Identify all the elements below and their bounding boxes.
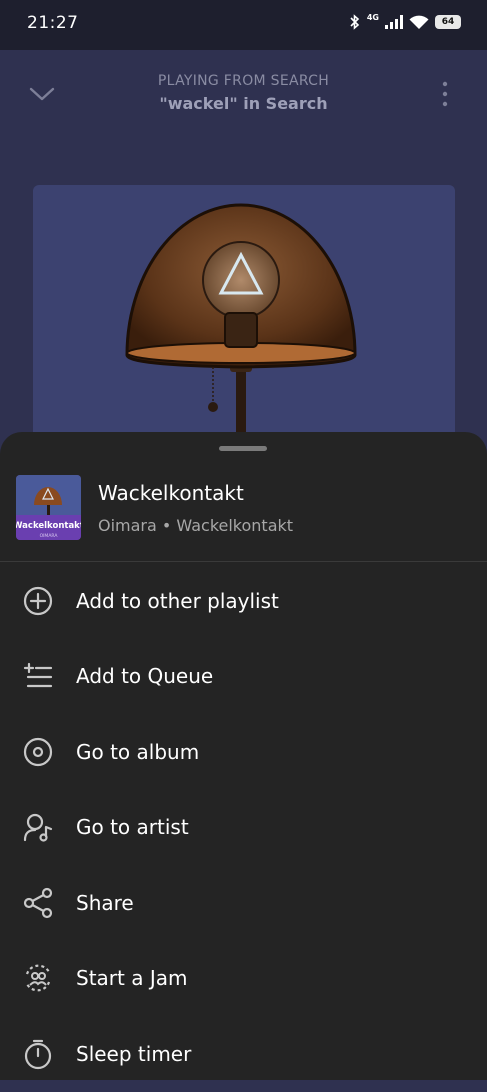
artist-icon [23, 814, 53, 842]
more-options-button[interactable] [434, 80, 456, 108]
menu-item-label: Share [76, 890, 134, 915]
status-icons: 4G 64 [349, 12, 461, 30]
more-vertical-icon [442, 81, 448, 107]
menu-item-label: Sleep timer [76, 1041, 192, 1066]
thumbnail-artist-text: OIMARA [40, 533, 59, 539]
share-icon [23, 887, 53, 918]
menu-item-label: Go to album [76, 739, 200, 764]
context-menu: Add to other playlist Add to Queue Go to… [0, 563, 487, 1092]
menu-item-go-to-artist[interactable]: Go to artist [0, 790, 487, 866]
divider [0, 561, 487, 562]
clock: 21:27 [27, 13, 79, 33]
menu-item-sleep-timer[interactable]: Sleep timer [0, 1016, 487, 1092]
battery-level: 64 [441, 17, 455, 27]
context-menu-sheet: Wackelkontakt OIMARA Wackelkontakt Oimar… [0, 432, 487, 1080]
jam-icon [25, 964, 51, 992]
player-header: PLAYING FROM SEARCH "wackel" in Search [0, 50, 487, 140]
thumbnail-title-text: Wackelkontakt [16, 521, 81, 531]
network-type: 4G [366, 12, 379, 22]
battery-indicator: 64 [435, 15, 461, 29]
thumbnail-artwork: Wackelkontakt OIMARA [16, 475, 81, 540]
album-icon [23, 737, 53, 766]
playing-context-title: "wackel" in Search [159, 94, 328, 113]
menu-item-start-jam[interactable]: Start a Jam [0, 941, 487, 1017]
menu-item-add-to-queue[interactable]: Add to Queue [0, 639, 487, 715]
status-bar: 21:27 4G 64 [0, 0, 487, 50]
menu-item-label: Add to other playlist [76, 588, 279, 613]
queue-icon [23, 663, 53, 688]
bluetooth-icon [350, 14, 360, 30]
menu-item-go-to-album[interactable]: Go to album [0, 714, 487, 790]
menu-item-label: Start a Jam [76, 966, 188, 991]
track-thumbnail: Wackelkontakt OIMARA [16, 475, 81, 540]
signal-icon [385, 15, 403, 29]
menu-item-share[interactable]: Share [0, 865, 487, 941]
sheet-drag-handle[interactable] [219, 446, 267, 451]
menu-item-add-to-playlist[interactable]: Add to other playlist [0, 563, 487, 639]
playing-context-label: PLAYING FROM SEARCH [157, 73, 330, 89]
menu-item-label: Add to Queue [76, 664, 214, 689]
wifi-icon [409, 15, 429, 29]
menu-item-label: Go to artist [76, 815, 189, 840]
timer-icon [24, 1039, 52, 1069]
track-artist-album: Oimara • Wackelkontakt [98, 516, 294, 535]
track-title: Wackelkontakt [98, 481, 244, 505]
add-circle-icon [23, 586, 53, 615]
